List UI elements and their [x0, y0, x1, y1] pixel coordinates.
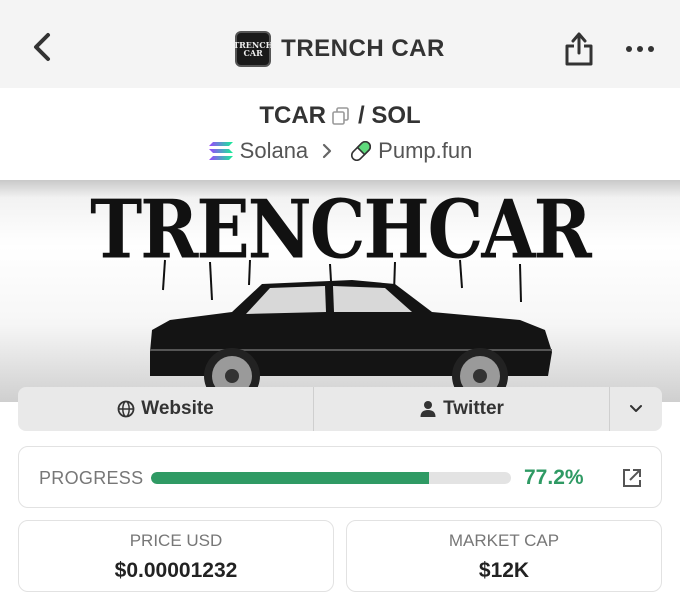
market-cap-label: MARKET CAP: [448, 531, 560, 550]
external-link-icon[interactable]: [621, 467, 643, 489]
token-logo: TRENCH CAR: [233, 31, 274, 67]
solana-icon: [208, 142, 233, 160]
chain-dex[interactable]: Pump.fun: [378, 138, 472, 164]
more-dots-icon[interactable]: [625, 44, 655, 54]
price-usd-card: PRICE USD $0.00001232: [18, 520, 334, 592]
market-cap-value: $12K: [478, 559, 530, 582]
copy-icon[interactable]: [332, 107, 350, 125]
links-bar: Website Twitter: [18, 387, 662, 431]
pair-base: TCAR: [259, 102, 326, 129]
top-bar: TRENCH CAR TRENCH CAR: [0, 0, 680, 88]
website-label: Website: [141, 398, 214, 419]
car-illustration: [150, 259, 552, 402]
chevron-down-icon: [630, 405, 642, 412]
pair-quote: SOL: [371, 102, 421, 129]
share-icon[interactable]: [563, 31, 595, 67]
expand-links-button[interactable]: [610, 387, 662, 431]
pill-icon: [351, 140, 372, 162]
chain-row: Solana Pump.fun: [0, 136, 680, 166]
chevron-right-icon: [323, 143, 332, 159]
page-title: TRENCH CAR: [281, 35, 445, 62]
progress-fill: [151, 472, 429, 484]
twitter-label: Twitter: [443, 398, 504, 419]
market-cap-card: MARKET CAP $12K: [346, 520, 662, 592]
token-banner: TRENCHCAR: [0, 180, 680, 402]
twitter-button[interactable]: Twitter: [314, 387, 610, 431]
website-button[interactable]: Website: [18, 387, 314, 431]
chain-network[interactable]: Solana: [240, 138, 309, 164]
pair-separator: /: [357, 102, 365, 129]
globe-icon: [117, 400, 135, 418]
price-usd-label: PRICE USD: [129, 531, 223, 550]
logo-text: TRENCH CAR: [233, 40, 274, 58]
progress-label: PROGRESS: [39, 468, 144, 488]
price-usd-value: $0.00001232: [114, 559, 238, 582]
progress-track: [151, 472, 511, 484]
progress-card: PROGRESS 77.2%: [18, 446, 662, 508]
progress-value: 77.2%: [524, 466, 584, 489]
user-icon: [420, 401, 436, 417]
pair-row: TCAR / SOL: [0, 100, 680, 132]
